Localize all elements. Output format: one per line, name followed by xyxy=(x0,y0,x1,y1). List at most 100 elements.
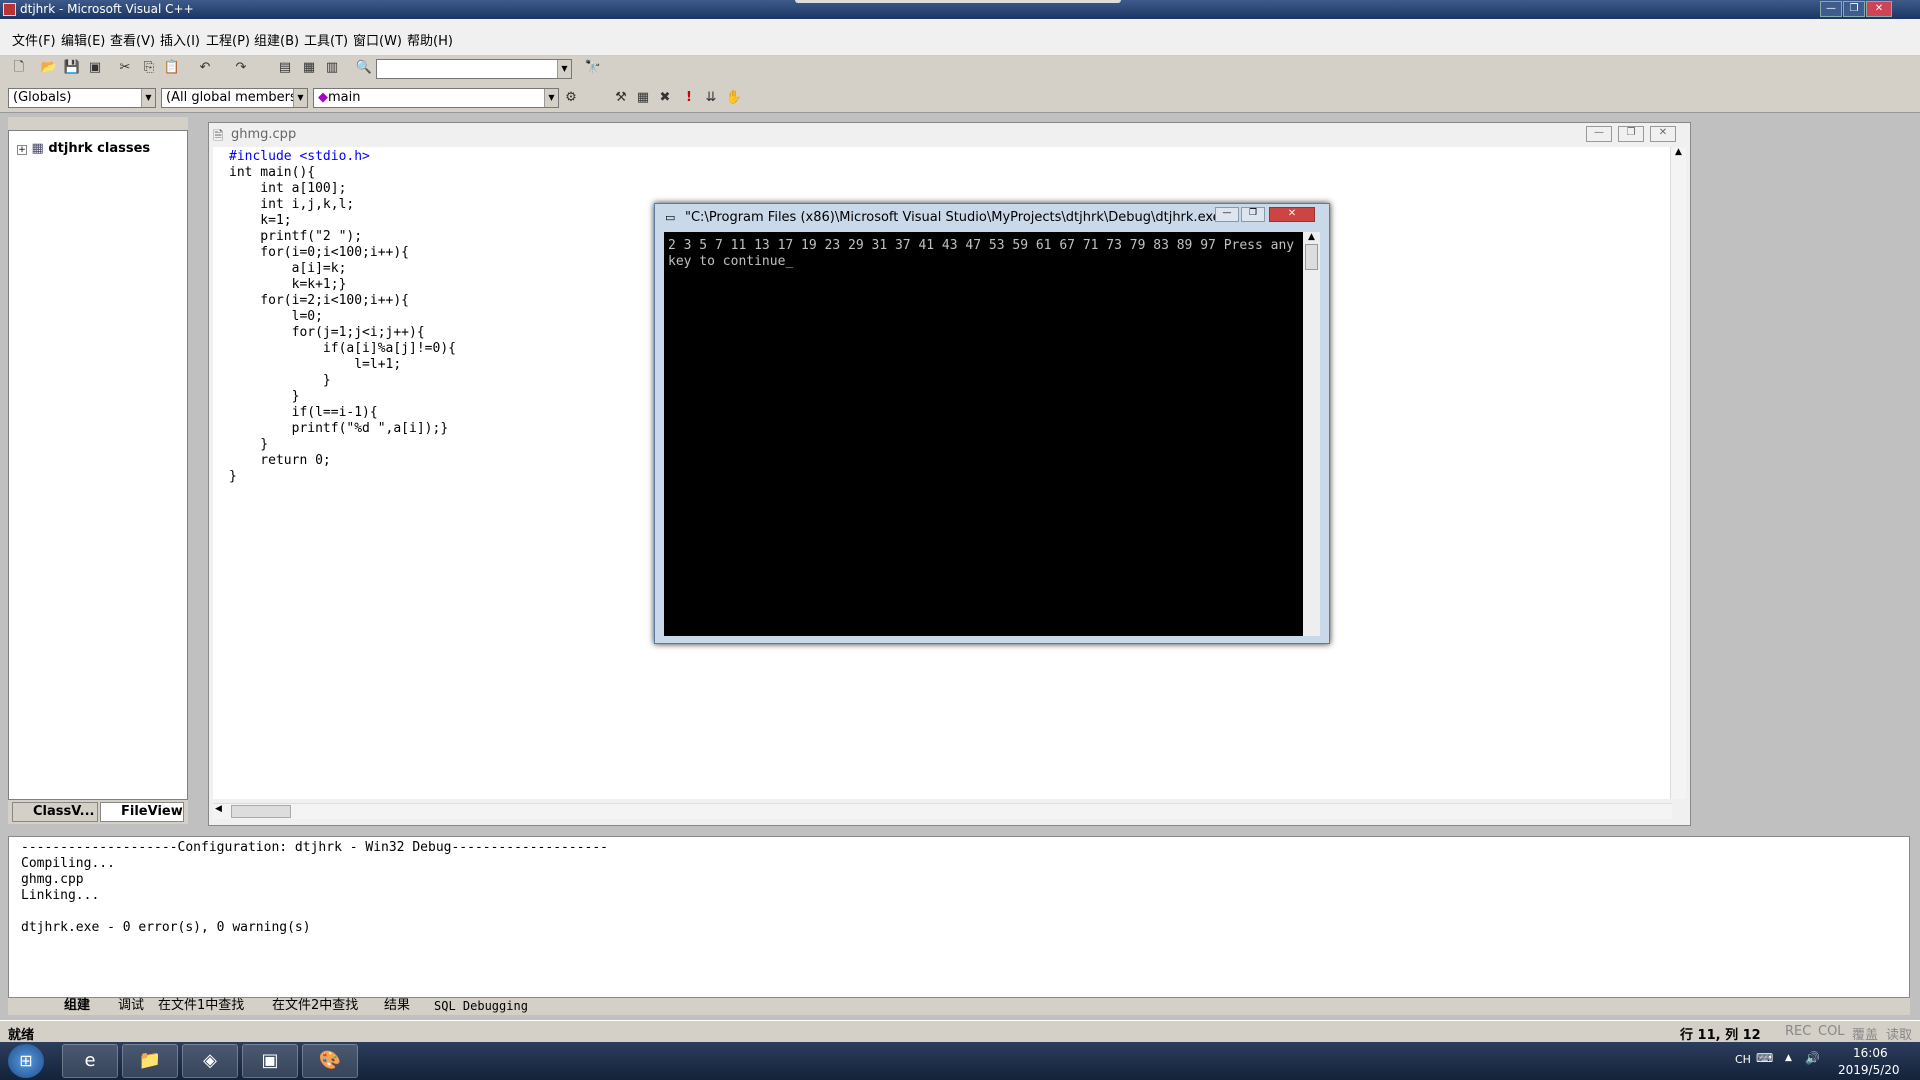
compile-icon[interactable]: ⚒ xyxy=(612,89,630,107)
keyboard-icon[interactable]: ⌨ xyxy=(1756,1051,1773,1065)
console-task-icon[interactable]: ▣ xyxy=(242,1044,298,1078)
scroll-left-icon[interactable]: ◀ xyxy=(215,804,222,814)
file-explorer-icon[interactable]: 📁 xyxy=(122,1044,178,1078)
chevron-down-icon[interactable]: ▼ xyxy=(141,89,155,107)
editor-close-button[interactable]: ✕ xyxy=(1650,126,1676,142)
workspace-tabs: ClassV... FileView xyxy=(8,800,188,824)
go-icon[interactable]: ⇊ xyxy=(702,89,720,107)
show-hidden-icons-icon[interactable]: ▲ xyxy=(1785,1053,1792,1063)
save-icon[interactable]: 💾 xyxy=(63,59,81,77)
output-line: dtjhrk.exe - 0 error(s), 0 warning(s) xyxy=(21,920,311,935)
output-tabs: 组建 调试 在文件1中查找 在文件2中查找 结果 SQL Debugging xyxy=(8,998,1910,1015)
code-line: } xyxy=(229,469,237,484)
output-pane[interactable]: --------------------Configuration: dtjhr… xyxy=(8,836,1910,998)
title-decoration xyxy=(795,0,1121,3)
paint-icon[interactable]: 🎨 xyxy=(302,1044,358,1078)
function-diamond-icon: ◆ xyxy=(318,90,328,105)
tab-find-in-files-2[interactable]: 在文件2中查找 xyxy=(272,998,358,1014)
execute-icon[interactable]: ! xyxy=(680,89,698,107)
breakpoint-hand-icon[interactable]: ✋ xyxy=(725,89,743,107)
undo-icon[interactable]: ↶ xyxy=(196,59,214,77)
scroll-up-icon[interactable]: ▲ xyxy=(1303,232,1320,242)
editor-restore-button[interactable]: ❐ xyxy=(1618,126,1644,142)
output-line: --------------------Configuration: dtjhr… xyxy=(21,840,608,855)
workspace-icon[interactable]: ▤ xyxy=(276,59,294,77)
workspace-panel: + ▦ dtjhrk classes xyxy=(8,130,188,800)
ime-indicator[interactable]: CH xyxy=(1735,1053,1751,1066)
copy-icon[interactable]: ⎘ xyxy=(140,59,158,77)
redo-icon[interactable]: ↷ xyxy=(232,59,250,77)
menu-tools[interactable]: 工具(T) xyxy=(304,30,348,49)
stop-build-icon[interactable]: ✖ xyxy=(656,89,674,107)
start-button-icon[interactable]: ⊞ xyxy=(8,1044,44,1078)
tab-classview[interactable]: ClassV... xyxy=(12,802,98,822)
output-window-icon[interactable]: ▦ xyxy=(300,59,318,77)
members-combo-value: (All global members xyxy=(166,90,297,105)
scroll-up-icon[interactable]: ▲ xyxy=(1671,147,1686,157)
scope-combo[interactable]: (Globals) ▼ xyxy=(8,88,156,108)
build-icon[interactable]: ▦ xyxy=(634,89,652,107)
volume-icon[interactable]: 🔊 xyxy=(1805,1051,1820,1065)
tab-build[interactable]: 组建 xyxy=(64,998,90,1014)
console-window: ▭ "C:\Program Files (x86)\Microsoft Visu… xyxy=(654,203,1330,644)
editor-minimize-button[interactable]: — xyxy=(1586,126,1612,142)
expand-icon[interactable]: + xyxy=(17,145,27,155)
chevron-down-icon[interactable]: ▼ xyxy=(557,60,571,78)
paste-icon[interactable]: 📋 xyxy=(163,59,181,77)
search-binoculars-icon[interactable]: 🔭 xyxy=(584,59,602,77)
function-combo[interactable]: ◆main ▼ xyxy=(313,88,559,108)
menu-insert[interactable]: 插入(I) xyxy=(160,30,200,49)
window-title-bar: dtjhrk - Microsoft Visual C++ — ❐ ✕ xyxy=(0,0,1920,19)
tab-debug[interactable]: 调试 xyxy=(118,998,144,1014)
editor-horizontal-scrollbar[interactable]: ◀ xyxy=(213,803,1672,819)
indicator-rec: REC xyxy=(1785,1024,1812,1039)
new-file-icon[interactable]: 🗋 xyxy=(10,59,28,77)
clock-time[interactable]: 16:06 xyxy=(1853,1046,1888,1060)
visual-cpp-icon[interactable]: ◈ xyxy=(182,1044,238,1078)
open-folder-icon[interactable]: 📂 xyxy=(40,59,58,77)
ie-browser-icon[interactable]: e xyxy=(62,1044,118,1078)
window-list-icon[interactable]: ▥ xyxy=(323,59,341,77)
members-combo[interactable]: (All global members ▼ xyxy=(161,88,308,108)
find-in-files-icon[interactable]: 🔍 xyxy=(355,59,373,77)
menu-view[interactable]: 查看(V) xyxy=(110,30,155,49)
function-combo-value: main xyxy=(328,90,361,105)
horizontal-scroll-thumb[interactable] xyxy=(231,805,291,818)
console-minimize-button[interactable]: — xyxy=(1215,207,1239,222)
close-button[interactable]: ✕ xyxy=(1866,1,1892,17)
code-line: for(i=0;i<100;i++){ xyxy=(229,245,410,260)
menu-file[interactable]: 文件(F) xyxy=(12,30,56,49)
menu-window[interactable]: 窗口(W) xyxy=(353,30,402,49)
document-icon: 🗎 xyxy=(213,129,224,144)
restore-button[interactable]: ❐ xyxy=(1843,1,1865,17)
console-screen[interactable]: 2 3 5 7 11 13 17 19 23 29 31 37 41 43 47… xyxy=(664,232,1304,636)
minimize-button[interactable]: — xyxy=(1820,1,1842,17)
taskbar: ⊞ e 📁 ◈ ▣ 🎨 CH ⌨ ▲ 🔊 16:06 2019/5/20 xyxy=(0,1042,1920,1080)
chevron-down-icon[interactable]: ▼ xyxy=(544,89,558,107)
code-line: printf("%d ",a[i]);} xyxy=(229,421,449,436)
clock-date[interactable]: 2019/5/20 xyxy=(1838,1063,1900,1077)
tree-item-classes[interactable]: + ▦ dtjhrk classes xyxy=(17,141,150,156)
class-tree-icon: ▦ xyxy=(31,141,44,156)
console-scrollbar[interactable]: ▲ xyxy=(1303,232,1320,636)
cut-icon[interactable]: ✂ xyxy=(116,59,134,77)
save-all-icon[interactable]: ▣ xyxy=(86,59,104,77)
editor-vertical-scrollbar[interactable]: ▲ xyxy=(1670,147,1686,799)
tab-find-in-files-1[interactable]: 在文件1中查找 xyxy=(158,998,244,1014)
console-close-button[interactable]: ✕ xyxy=(1269,207,1315,222)
wizard-action-icon[interactable]: ⚙ xyxy=(562,89,580,107)
console-restore-button[interactable]: ❐ xyxy=(1241,207,1265,222)
console-app-icon: ▭ xyxy=(665,211,676,224)
code-line: k=k+1;} xyxy=(229,277,347,292)
toolbar: 🗋 📂 💾 ▣ ✂ ⎘ 📋 ↶ ↷ ▤ ▦ ▥ 🔍 ▼ 🔭 (Globals) ▼… xyxy=(0,56,1920,113)
chevron-down-icon[interactable]: ▼ xyxy=(293,89,307,107)
tab-sql-debugging[interactable]: SQL Debugging xyxy=(434,998,528,1014)
tab-fileview[interactable]: FileView xyxy=(100,802,184,822)
menu-project[interactable]: 工程(P) xyxy=(206,30,250,49)
tab-results[interactable]: 结果 xyxy=(384,998,410,1014)
menu-help[interactable]: 帮助(H) xyxy=(407,30,453,49)
menu-edit[interactable]: 编辑(E) xyxy=(61,30,105,49)
find-combo[interactable]: ▼ xyxy=(376,59,572,79)
console-scroll-thumb[interactable] xyxy=(1305,244,1318,270)
menu-build[interactable]: 组建(B) xyxy=(254,30,299,49)
